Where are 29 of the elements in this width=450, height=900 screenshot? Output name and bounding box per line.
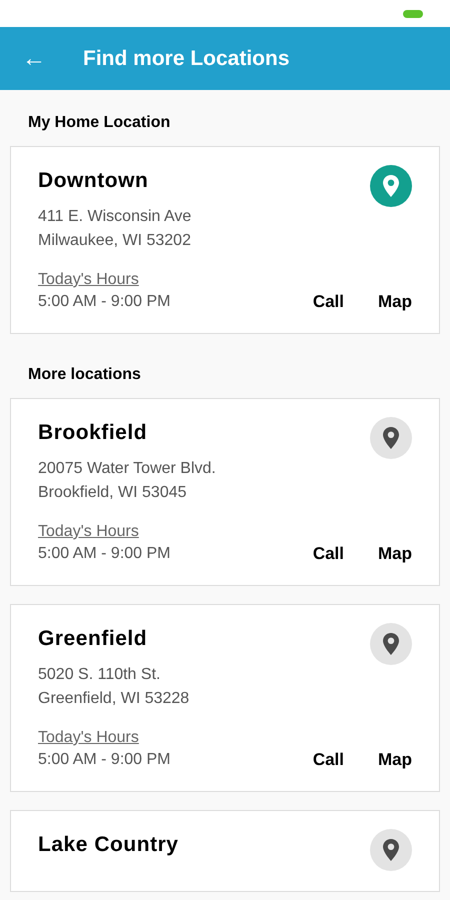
action-link[interactable]: Map (378, 291, 412, 313)
address-line: 5020 S. 110th St. (38, 665, 162, 685)
hours-text: 5:00 AM - 9:00 PM (38, 544, 171, 564)
address-line: 20075 Water Tower Blvd. (38, 459, 216, 479)
hours-label: Today's Hours (38, 522, 139, 542)
map-pin-icon[interactable] (370, 623, 412, 665)
hours-label: Today's Hours (38, 270, 139, 290)
action-link[interactable]: Map (378, 543, 412, 565)
section-title: More locations (27, 365, 142, 385)
hours-label: Today's Hours (38, 728, 139, 748)
hours-text: 5:00 AM - 9:00 PM (38, 292, 171, 312)
battery-icon (403, 10, 423, 18)
map-pin-icon[interactable] (370, 417, 412, 459)
section-title: My Home Location (27, 113, 172, 133)
action-link[interactable]: Call (312, 749, 344, 771)
action-link[interactable]: Call (312, 543, 344, 565)
location-name: Downtown (38, 168, 150, 194)
address-line: Milwaukee, WI 53202 (38, 231, 192, 251)
address-line: Brookfield, WI 53045 (38, 483, 188, 503)
address-line: 411 E. Wisconsin Ave (38, 207, 192, 227)
action-link[interactable]: Call (312, 291, 344, 313)
location-name: Lake Country (38, 832, 178, 858)
location-name: Brookfield (38, 420, 148, 446)
map-pin-icon[interactable] (370, 829, 412, 871)
address-line: Greenfield, WI 53228 (38, 689, 190, 709)
hours-text: 5:00 AM - 9:00 PM (38, 750, 171, 770)
header-title: Find more Locations (83, 46, 290, 72)
action-link[interactable]: Map (378, 749, 412, 771)
location-name: Greenfield (38, 626, 148, 652)
